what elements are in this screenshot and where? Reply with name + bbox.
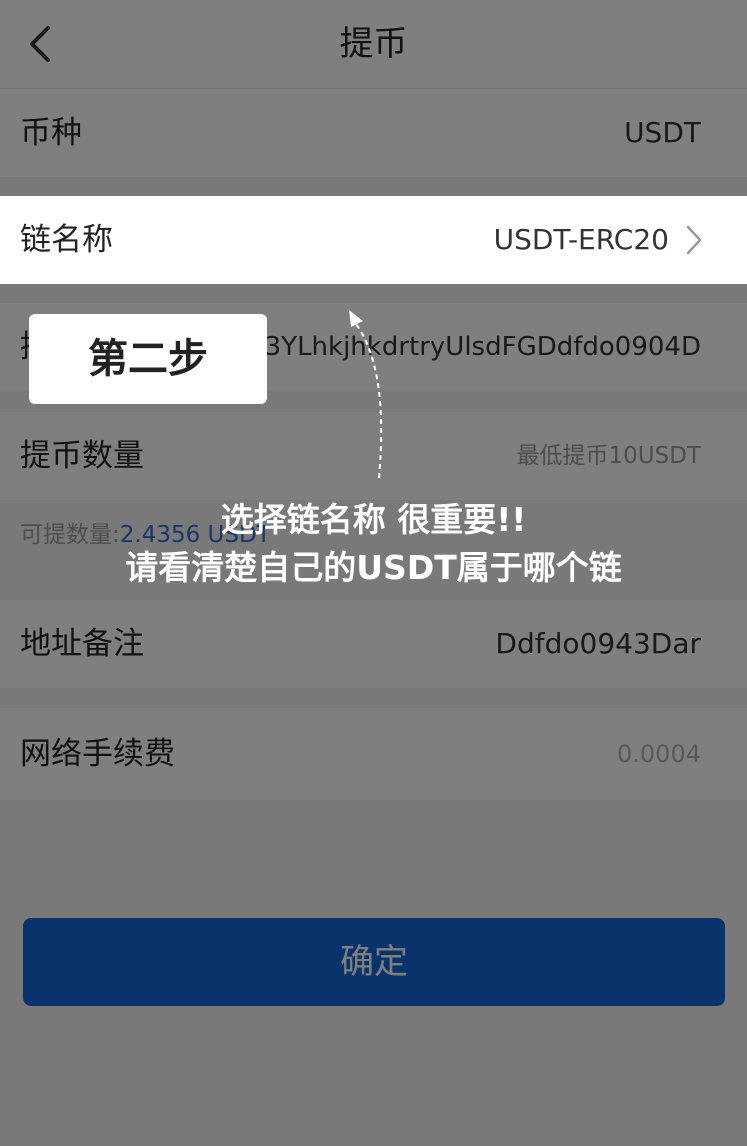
guide-tip-line1: 选择链名称 很重要!! bbox=[220, 500, 527, 539]
highlighted-chain-value: USDT-ERC20 bbox=[493, 223, 669, 256]
guide-arrow-icon bbox=[330, 300, 400, 485]
guide-tip-line2: 请看清楚自己的USDT属于哪个链 bbox=[125, 548, 622, 587]
step-badge: 第二步 bbox=[29, 314, 267, 404]
highlighted-chain-row[interactable]: 链名称 USDT-ERC20 bbox=[0, 196, 747, 284]
chevron-right-icon bbox=[685, 224, 703, 256]
highlighted-chain-label: 链名称 bbox=[20, 222, 113, 258]
